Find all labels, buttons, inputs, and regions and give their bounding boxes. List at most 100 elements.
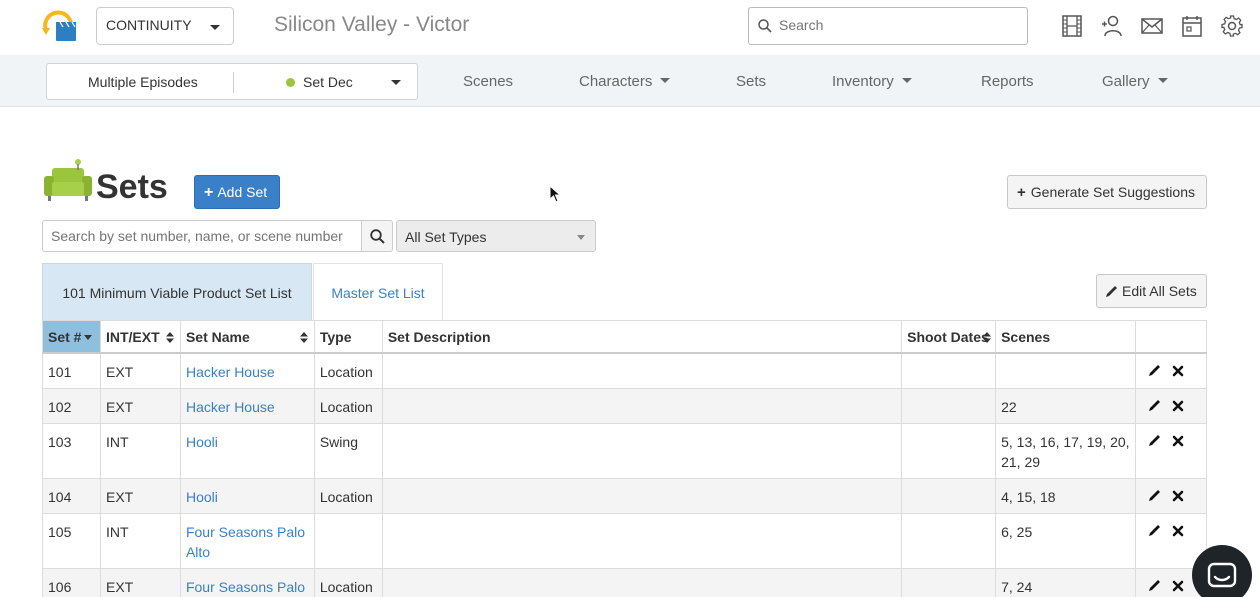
delete-x-icon[interactable] (1172, 522, 1184, 542)
set-name-link[interactable]: Hacker House (186, 399, 275, 415)
sets-table: Set # INT/EXT Set Name Type Set Descript… (42, 320, 1208, 597)
set-name-link[interactable]: Hooli (186, 489, 218, 505)
cell-scenes: 6, 25 (995, 512, 1136, 569)
delete-x-icon[interactable] (1172, 362, 1184, 382)
cell-shoot-dates (901, 422, 997, 479)
tab-master-set-list-label: Master Set List (331, 285, 425, 301)
set-search[interactable] (42, 220, 362, 252)
delete-x-icon[interactable] (1172, 397, 1184, 417)
department-selector[interactable]: Set Dec (303, 74, 353, 90)
tab-episode-set-list[interactable]: 101 Minimum Viable Product Set List (42, 263, 312, 320)
tab-master-set-list[interactable]: Master Set List (313, 263, 443, 320)
top-bar: CONTINUITY Silicon Valley - Victor (0, 0, 1260, 55)
column-header-label: Type (319, 329, 352, 345)
cell-shoot-dates (901, 387, 997, 424)
cell-set-name: Four Seasons Palo Alto (179, 512, 315, 569)
cell-type: Swing (313, 422, 383, 479)
cell-int-ext: INT (99, 422, 181, 479)
cell-set-name: Hooli (179, 477, 315, 514)
set-search-button[interactable] (361, 220, 393, 252)
calendar-icon[interactable] (1181, 15, 1203, 37)
cell-set-description (381, 387, 903, 424)
plus-icon: + (1017, 184, 1026, 201)
add-user-icon[interactable] (1101, 15, 1123, 37)
cell-type (313, 512, 383, 569)
set-name-link[interactable]: Four Seasons Palo Alto (186, 524, 305, 560)
project-dropdown-label: CONTINUITY (106, 17, 192, 33)
nav-inventory[interactable]: Inventory (832, 73, 912, 90)
sort-icon (165, 332, 174, 343)
global-search[interactable] (748, 7, 1028, 45)
table-header-row: Set # INT/EXT Set Name Type Set Descript… (42, 320, 1208, 354)
set-name-link[interactable]: Hacker House (186, 364, 275, 380)
cell-set-name: Hacker House (179, 387, 315, 424)
edit-pencil-icon[interactable] (1148, 487, 1162, 507)
episode-department-selector[interactable]: Multiple Episodes Set Dec (46, 63, 418, 100)
set-name-link[interactable]: Four Seasons Palo Alto (186, 579, 305, 597)
table-row: 101 EXT Hacker House Location (42, 352, 1208, 389)
cell-set-number: 104 (42, 477, 101, 514)
mouse-cursor-icon (549, 185, 561, 203)
generate-set-suggestions-button[interactable]: + Generate Set Suggestions (1007, 175, 1207, 209)
film-icon[interactable] (1061, 15, 1083, 37)
gear-icon[interactable] (1221, 15, 1243, 37)
cell-set-description (381, 567, 903, 597)
column-header-int-ext[interactable]: INT/EXT (99, 320, 181, 354)
cell-actions (1134, 422, 1208, 479)
nav-characters[interactable]: Characters (579, 73, 671, 90)
add-set-button[interactable]: + Add Set (194, 175, 280, 209)
add-set-label: Add Set (217, 184, 268, 200)
edit-pencil-icon[interactable] (1148, 397, 1162, 417)
column-header-set-name[interactable]: Set Name (179, 320, 315, 354)
cell-set-name: Hooli (179, 422, 315, 479)
cell-int-ext: INT (99, 512, 181, 569)
table-row: 104 EXT Hooli Location 4, 15, 18 (42, 477, 1208, 514)
set-type-filter[interactable]: All Set Types (396, 220, 596, 252)
cell-set-description (381, 512, 903, 569)
delete-x-icon[interactable] (1172, 577, 1184, 597)
cell-type: Location (313, 567, 383, 597)
set-name-link[interactable]: Hooli (186, 434, 218, 450)
table-row: 105 INT Four Seasons Palo Alto 6, 25 (42, 512, 1208, 569)
cell-set-name: Four Seasons Palo Alto (179, 567, 315, 597)
delete-x-icon[interactable] (1172, 487, 1184, 507)
edit-pencil-icon[interactable] (1148, 362, 1162, 382)
chat-icon (1207, 562, 1237, 588)
chevron-down-icon (210, 25, 220, 30)
column-header-type: Type (313, 320, 383, 354)
nav-gallery[interactable]: Gallery (1102, 73, 1168, 90)
cell-shoot-dates (901, 477, 997, 514)
edit-pencil-icon[interactable] (1148, 432, 1162, 452)
column-header-label: Shoot Dates (907, 329, 989, 345)
cell-type: Location (313, 477, 383, 514)
sofa-icon (44, 159, 92, 201)
column-header-shoot-dates[interactable]: Shoot Dates (901, 320, 997, 354)
cell-shoot-dates (901, 512, 997, 569)
column-header-set-number[interactable]: Set # (42, 320, 101, 354)
episode-selector[interactable]: Multiple Episodes (88, 74, 198, 90)
nav-scenes[interactable]: Scenes (463, 73, 513, 90)
nav-inventory-label: Inventory (832, 73, 894, 90)
set-search-input[interactable] (51, 228, 351, 244)
project-dropdown[interactable]: CONTINUITY (96, 7, 234, 45)
edit-pencil-icon[interactable] (1148, 522, 1162, 542)
tab-episode-set-list-label: 101 Minimum Viable Product Set List (62, 285, 292, 301)
nav-sets[interactable]: Sets (736, 73, 766, 90)
mail-icon[interactable] (1141, 15, 1163, 37)
edit-all-sets-button[interactable]: Edit All Sets (1096, 274, 1207, 308)
support-chat-button[interactable] (1192, 545, 1252, 597)
app-logo-icon[interactable] (38, 8, 78, 44)
cell-shoot-dates (901, 352, 997, 389)
department-color-dot (286, 78, 295, 87)
cell-type: Location (313, 352, 383, 389)
cell-set-number: 101 (42, 352, 101, 389)
delete-x-icon[interactable] (1172, 432, 1184, 452)
nav-reports[interactable]: Reports (981, 73, 1034, 90)
cell-shoot-dates (901, 567, 997, 597)
global-search-input[interactable] (779, 17, 1019, 33)
edit-pencil-icon[interactable] (1148, 577, 1162, 597)
table-row: 102 EXT Hacker House Location 22 (42, 387, 1208, 424)
cell-int-ext: EXT (99, 387, 181, 424)
table-row: 106 EXT Four Seasons Palo Alto Location … (42, 567, 1208, 597)
sort-icon (299, 332, 308, 343)
